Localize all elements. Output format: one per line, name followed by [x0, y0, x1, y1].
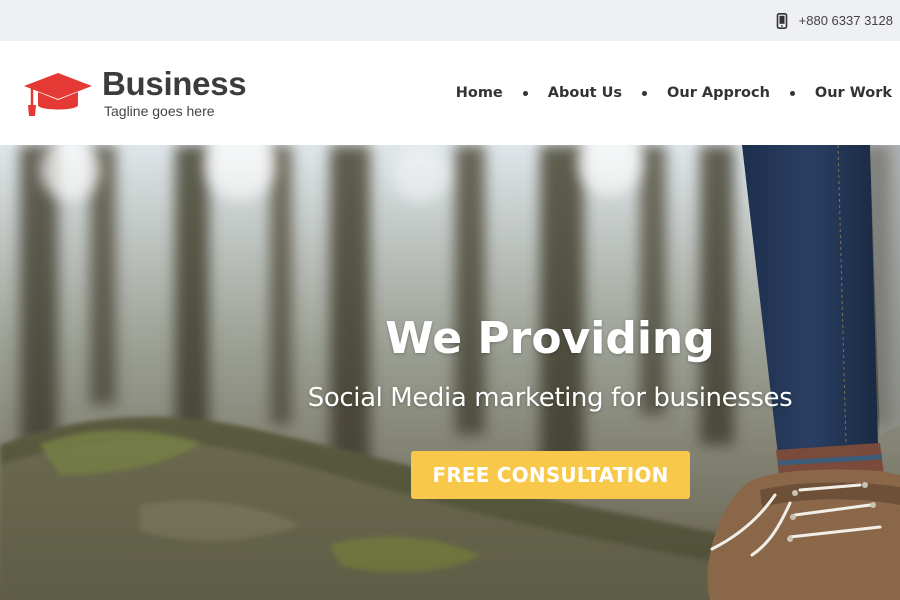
nav-separator-dot [789, 90, 795, 96]
mobile-phone-icon [776, 12, 788, 29]
nav-separator-dot [522, 90, 528, 96]
phone-number: +880 6337 3128 [798, 13, 893, 28]
graduation-cap-icon [22, 67, 94, 119]
logo[interactable]: Business Tagline goes here [22, 65, 247, 119]
nav-item-about-us[interactable]: About Us [548, 85, 622, 101]
nav-separator-dot [642, 90, 648, 96]
site-header: Business Tagline goes here Home About Us… [0, 41, 900, 145]
brand-name: Business [102, 65, 247, 102]
hero-subtitle: Social Media marketing for businesses [307, 383, 793, 413]
top-bar: +880 6337 3128 [0, 0, 900, 41]
phone-contact[interactable]: +880 6337 3128 [776, 12, 893, 29]
free-consultation-button[interactable]: FREE CONSULTATION [411, 451, 690, 499]
hero-section: We Providing Social Media marketing for … [0, 145, 900, 600]
tagline: Tagline goes here [104, 103, 215, 119]
nav-item-home[interactable]: Home [456, 85, 503, 101]
main-nav: Home About Us Our Approch Our Work [456, 85, 892, 101]
hero-title: We Providing [385, 313, 715, 364]
nav-item-our-work[interactable]: Our Work [815, 85, 892, 101]
hero-content: We Providing Social Media marketing for … [0, 145, 900, 600]
nav-item-our-approch[interactable]: Our Approch [667, 85, 770, 101]
